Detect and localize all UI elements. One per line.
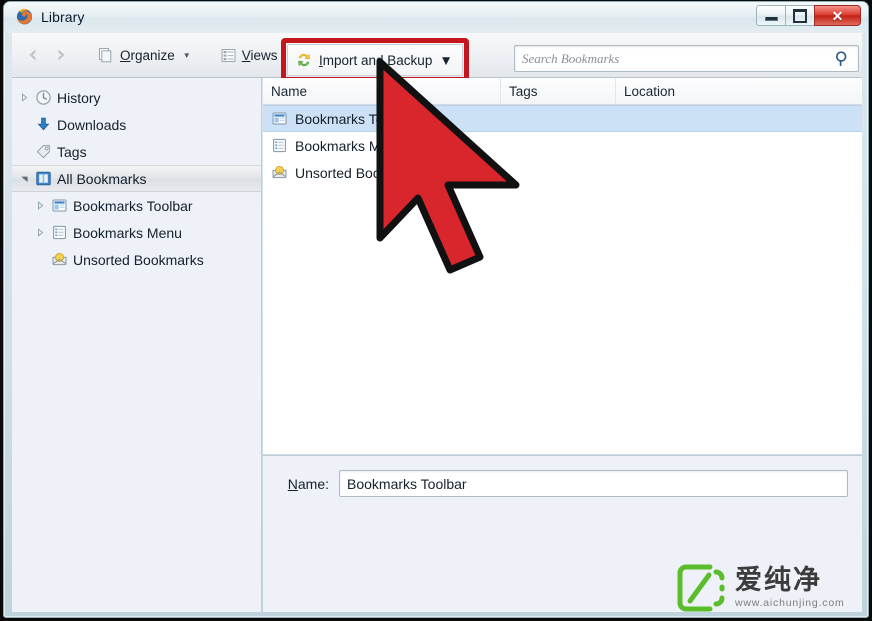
list-view-icon xyxy=(221,48,236,63)
sidebar-item-history[interactable]: History xyxy=(12,84,261,111)
views-label: Views xyxy=(241,47,278,63)
sidebar-item-label: History xyxy=(57,89,101,106)
import-highlight-box xyxy=(281,38,469,82)
menu-folder-icon xyxy=(271,137,288,154)
sidebar-item-bookmarks-menu[interactable]: Bookmarks Menu xyxy=(12,219,261,246)
sidebar-item-label: Downloads xyxy=(57,116,127,133)
forward-arrow-icon xyxy=(58,49,65,61)
screenshot-root: Library ✕ Organize ▼ Views Import and Ba… xyxy=(0,0,872,621)
organize-button[interactable]: Organize ▼ xyxy=(88,40,201,71)
name-input[interactable]: Bookmarks Toolbar xyxy=(339,470,848,497)
chevron-right-icon[interactable] xyxy=(34,227,46,239)
toolbar-folder-icon xyxy=(51,197,68,214)
bookmarks-list-pane: Name Tags Location Bookmarks Toolbar Boo… xyxy=(263,78,862,454)
table-row[interactable]: Bookmarks Menu xyxy=(263,132,862,159)
chevron-down-icon: ▼ xyxy=(182,50,191,60)
name-field-row: Name: Bookmarks Toolbar xyxy=(277,470,848,497)
search-input[interactable]: Search Bookmarks xyxy=(514,45,859,72)
window-title: Library xyxy=(41,8,85,25)
chevron-right-icon[interactable] xyxy=(34,200,46,212)
column-header-tags[interactable]: Tags xyxy=(501,78,616,104)
close-button[interactable]: ✕ xyxy=(814,5,861,26)
sidebar-item-all-bookmarks[interactable]: All Bookmarks xyxy=(12,165,261,192)
firefox-icon xyxy=(15,7,34,26)
library-window: Library ✕ Organize ▼ Views Import and Ba… xyxy=(3,1,869,618)
chevron-right-icon[interactable] xyxy=(18,92,30,104)
back-button[interactable] xyxy=(20,42,46,68)
name-label: Name: xyxy=(287,475,329,492)
sidebar-item-bookmarks-toolbar[interactable]: Bookmarks Toolbar xyxy=(12,192,261,219)
watermark: 爱纯净 www.aichunjing.com xyxy=(676,563,845,613)
title-bar: Library ✕ xyxy=(4,2,868,33)
sidebar-item-downloads[interactable]: Downloads xyxy=(12,111,261,138)
title-bar-left: Library xyxy=(15,7,85,26)
sidebar: History Downloads Tags All Bookmarks Boo… xyxy=(12,78,262,612)
aichunjing-logo-icon xyxy=(676,563,726,613)
search-icon[interactable] xyxy=(834,50,851,67)
sidebar-item-label: Bookmarks Toolbar xyxy=(73,197,193,214)
forward-button[interactable] xyxy=(48,42,74,68)
menu-folder-icon xyxy=(51,224,68,241)
twisty-placeholder xyxy=(34,254,46,266)
watermark-text: 爱纯净 www.aichunjing.com xyxy=(735,567,845,609)
twisty-placeholder xyxy=(18,119,30,131)
chevron-down-icon[interactable] xyxy=(18,173,30,185)
table-row[interactable]: Bookmarks Toolbar xyxy=(263,105,862,132)
watermark-brand: 爱纯净 xyxy=(735,565,822,596)
restore-icon xyxy=(793,8,807,23)
bookmarks-icon xyxy=(35,170,52,187)
maximize-button[interactable] xyxy=(785,5,814,26)
list-column-headers: Name Tags Location xyxy=(263,78,862,105)
toolbar-folder-icon xyxy=(271,110,288,127)
minimize-button[interactable] xyxy=(756,5,785,26)
sidebar-item-label: All Bookmarks xyxy=(57,170,147,187)
minimize-icon xyxy=(764,16,778,21)
row-name: Unsorted Bookmarks xyxy=(295,164,426,181)
sidebar-tree: History Downloads Tags All Bookmarks Boo… xyxy=(12,78,261,273)
name-input-value: Bookmarks Toolbar xyxy=(347,475,467,492)
sidebar-item-tags[interactable]: Tags xyxy=(12,138,261,165)
row-name: Bookmarks Menu xyxy=(295,137,404,154)
search-placeholder: Search Bookmarks xyxy=(522,50,620,66)
sidebar-item-label: Tags xyxy=(57,143,87,160)
close-icon: ✕ xyxy=(831,7,844,24)
row-name: Bookmarks Toolbar xyxy=(295,110,415,127)
window-controls: ✕ xyxy=(756,5,861,26)
sidebar-item-unsorted-bookmarks[interactable]: Unsorted Bookmarks xyxy=(12,246,261,273)
clock-icon xyxy=(35,89,52,106)
unsorted-folder-icon xyxy=(271,164,288,181)
twisty-placeholder xyxy=(18,146,30,158)
stacked-pages-icon xyxy=(98,47,114,63)
unsorted-folder-icon xyxy=(51,251,68,268)
sidebar-item-label: Bookmarks Menu xyxy=(73,224,182,241)
column-header-location[interactable]: Location xyxy=(616,78,862,104)
organize-label: Organize xyxy=(120,47,175,63)
column-header-name[interactable]: Name xyxy=(263,78,501,104)
sidebar-item-label: Unsorted Bookmarks xyxy=(73,251,204,268)
table-row[interactable]: Unsorted Bookmarks xyxy=(263,159,862,186)
watermark-url: www.aichunjing.com xyxy=(735,597,845,609)
tag-icon xyxy=(35,143,52,160)
download-arrow-icon xyxy=(35,116,52,133)
back-arrow-icon xyxy=(29,49,36,61)
